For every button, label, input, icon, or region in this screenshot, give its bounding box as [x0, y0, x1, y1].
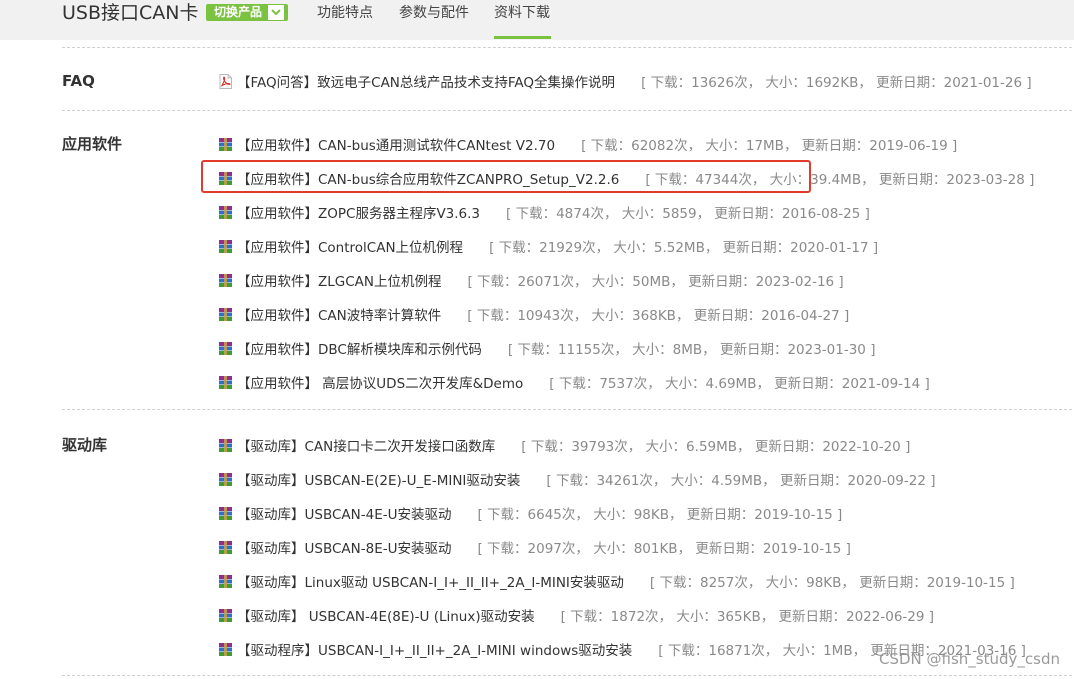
list-item[interactable]: 【应用软件】 高层协议UDS二次开发库&Demo [ 下载：7537次， 大小：… [218, 372, 930, 392]
file-meta: [ 下载：13626次， 大小：1692KB， 更新日期：2021-01-26 … [641, 75, 1032, 91]
file-meta: [ 下载：39793次， 大小：6.59MB， 更新日期：2022-10-20 … [521, 439, 911, 455]
list-item[interactable]: 【FAQ问答】致远电子CAN总线产品技术支持FAQ全集操作说明 [ 下载：136… [218, 71, 1032, 91]
winrar-archive-icon [219, 239, 232, 253]
switch-product-button[interactable]: 切换产品 [206, 4, 289, 21]
file-meta: [ 下载：47344次， 大小：39.4MB， 更新日期：2023-03-28 … [645, 172, 1035, 188]
file-title[interactable]: 【驱动程序】USBCAN-I_I+_II_II+_2A_I-MINI windo… [237, 639, 632, 659]
tab-downloads[interactable]: 资料下载 [494, 4, 550, 22]
divider [62, 47, 1072, 48]
chevron-down-icon [268, 5, 285, 20]
section-label-faq: FAQ [62, 72, 95, 90]
file-title[interactable]: 【驱动库】CAN接口卡二次开发接口函数库 [237, 435, 495, 455]
file-meta: [ 下载：26071次， 大小：50MB， 更新日期：2023-02-16 ] [467, 274, 844, 290]
winrar-archive-icon [219, 438, 232, 452]
file-title[interactable]: 【驱动库】USBCAN-E(2E)-U_E-MINI驱动安装 [237, 469, 520, 489]
winrar-archive-icon [219, 506, 232, 520]
file-title[interactable]: 【应用软件】CAN-bus综合应用软件ZCANPRO_Setup_V2.2.6 [237, 168, 619, 188]
winrar-archive-icon [219, 171, 232, 185]
file-meta: [ 下载：1872次， 大小：365KB， 更新日期：2022-06-29 ] [560, 609, 935, 625]
product-title: USB接口CAN卡 [62, 2, 199, 24]
file-meta: [ 下载：8257次， 大小：98KB， 更新日期：2019-10-15 ] [649, 575, 1015, 591]
file-meta: [ 下载：6645次， 大小：98KB， 更新日期：2019-10-15 ] [477, 507, 843, 523]
list-item[interactable]: 【应用软件】ZLGCAN上位机例程 [ 下载：26071次， 大小：50MB， … [218, 270, 844, 290]
file-meta: [ 下载：7537次， 大小：4.69MB， 更新日期：2021-09-14 ] [549, 376, 930, 392]
active-tab-indicator [494, 36, 551, 39]
switch-product-label: 切换产品 [214, 5, 263, 19]
file-title[interactable]: 【驱动库】Linux驱动 USBCAN-I_I+_II_II+_2A_I-MIN… [237, 571, 624, 591]
winrar-archive-icon [219, 574, 232, 588]
file-title[interactable]: 【应用软件】ZLGCAN上位机例程 [237, 270, 442, 290]
list-item[interactable]: 【驱动库】USBCAN-8E-U安装驱动 [ 下载：2097次， 大小：801K… [218, 537, 851, 557]
file-meta: [ 下载：21929次， 大小：5.52MB， 更新日期：2020-01-17 … [489, 240, 879, 256]
winrar-archive-icon [219, 540, 232, 554]
winrar-archive-icon [219, 608, 232, 622]
file-title[interactable]: 【驱动库】USBCAN-4E-U安装驱动 [237, 503, 451, 523]
winrar-archive-icon [219, 642, 232, 656]
winrar-archive-icon [219, 273, 232, 287]
list-item[interactable]: 【应用软件】ZOPC服务器主程序V3.6.3 [ 下载：4874次， 大小：58… [218, 202, 870, 222]
section-label-software: 应用软件 [62, 135, 123, 153]
list-item[interactable]: 【应用软件】DBC解析模块库和示例代码 [ 下载：11155次， 大小：8MB，… [218, 338, 875, 358]
file-title[interactable]: 【驱动库】 USBCAN-4E(8E)-U (Linux)驱动安装 [237, 605, 535, 625]
list-item[interactable]: 【驱动库】CAN接口卡二次开发接口函数库 [ 下载：39793次， 大小：6.5… [218, 435, 910, 455]
file-meta: [ 下载：11155次， 大小：8MB， 更新日期：2023-01-30 ] [507, 342, 876, 358]
file-meta: [ 下载：4874次， 大小：5859， 更新日期：2016-08-25 ] [506, 206, 870, 222]
pdf-icon [219, 73, 232, 89]
list-item[interactable]: 【应用软件】CAN波特率计算软件 [ 下载：10943次， 大小：368KB， … [218, 304, 849, 324]
file-title[interactable]: 【驱动库】USBCAN-8E-U安装驱动 [237, 537, 451, 557]
section-label-drivers: 驱动库 [62, 436, 108, 454]
winrar-archive-icon [219, 205, 232, 219]
file-title[interactable]: 【应用软件】 高层协议UDS二次开发库&Demo [237, 372, 523, 392]
winrar-archive-icon [219, 341, 232, 355]
tab-features[interactable]: 功能特点 [317, 4, 373, 22]
tab-parameters[interactable]: 参数与配件 [399, 4, 469, 22]
file-title[interactable]: 【应用软件】ZOPC服务器主程序V3.6.3 [237, 202, 480, 222]
file-title[interactable]: 【应用软件】CAN-bus通用测试软件CANtest V2.70 [237, 134, 555, 154]
list-item[interactable]: 【驱动库】USBCAN-4E-U安装驱动 [ 下载：6645次， 大小：98KB… [218, 503, 842, 523]
file-title[interactable]: 【FAQ问答】致远电子CAN总线产品技术支持FAQ全集操作说明 [237, 71, 615, 91]
list-item[interactable]: 【驱动库】Linux驱动 USBCAN-I_I+_II_II+_2A_I-MIN… [218, 571, 1015, 591]
winrar-archive-icon [219, 137, 232, 151]
file-meta: [ 下载：34261次， 大小：4.59MB， 更新日期：2020-09-22 … [546, 473, 936, 489]
file-meta: [ 下载：2097次， 大小：801KB， 更新日期：2019-10-15 ] [477, 541, 851, 557]
divider [62, 110, 1072, 111]
list-item[interactable]: 【驱动库】 USBCAN-4E(8E)-U (Linux)驱动安装 [ 下载：1… [218, 605, 934, 625]
divider [62, 409, 1072, 410]
file-meta: [ 下载：10943次， 大小：368KB， 更新日期：2016-04-27 ] [467, 308, 850, 324]
watermark: CSDN @fish_study_csdn [879, 650, 1060, 668]
file-title[interactable]: 【应用软件】CAN波特率计算软件 [237, 304, 441, 324]
winrar-archive-icon [219, 472, 232, 486]
file-title[interactable]: 【应用软件】ControlCAN上位机例程 [237, 236, 463, 256]
list-item[interactable]: 【应用软件】CAN-bus通用测试软件CANtest V2.70 [ 下载：62… [218, 134, 957, 154]
file-title[interactable]: 【应用软件】DBC解析模块库和示例代码 [237, 338, 482, 358]
winrar-archive-icon [219, 375, 232, 389]
product-header: USB接口CAN卡 切换产品 功能特点 参数与配件 资料下载 [0, 0, 1074, 40]
list-item[interactable]: 【应用软件】CAN-bus综合应用软件ZCANPRO_Setup_V2.2.6 … [218, 168, 1034, 188]
winrar-archive-icon [219, 307, 232, 321]
divider [62, 675, 1072, 676]
list-item[interactable]: 【驱动库】USBCAN-E(2E)-U_E-MINI驱动安装 [ 下载：3426… [218, 469, 935, 489]
list-item[interactable]: 【应用软件】ControlCAN上位机例程 [ 下载：21929次， 大小：5.… [218, 236, 878, 256]
file-meta: [ 下载：62082次， 大小：17MB， 更新日期：2019-06-19 ] [581, 138, 958, 154]
